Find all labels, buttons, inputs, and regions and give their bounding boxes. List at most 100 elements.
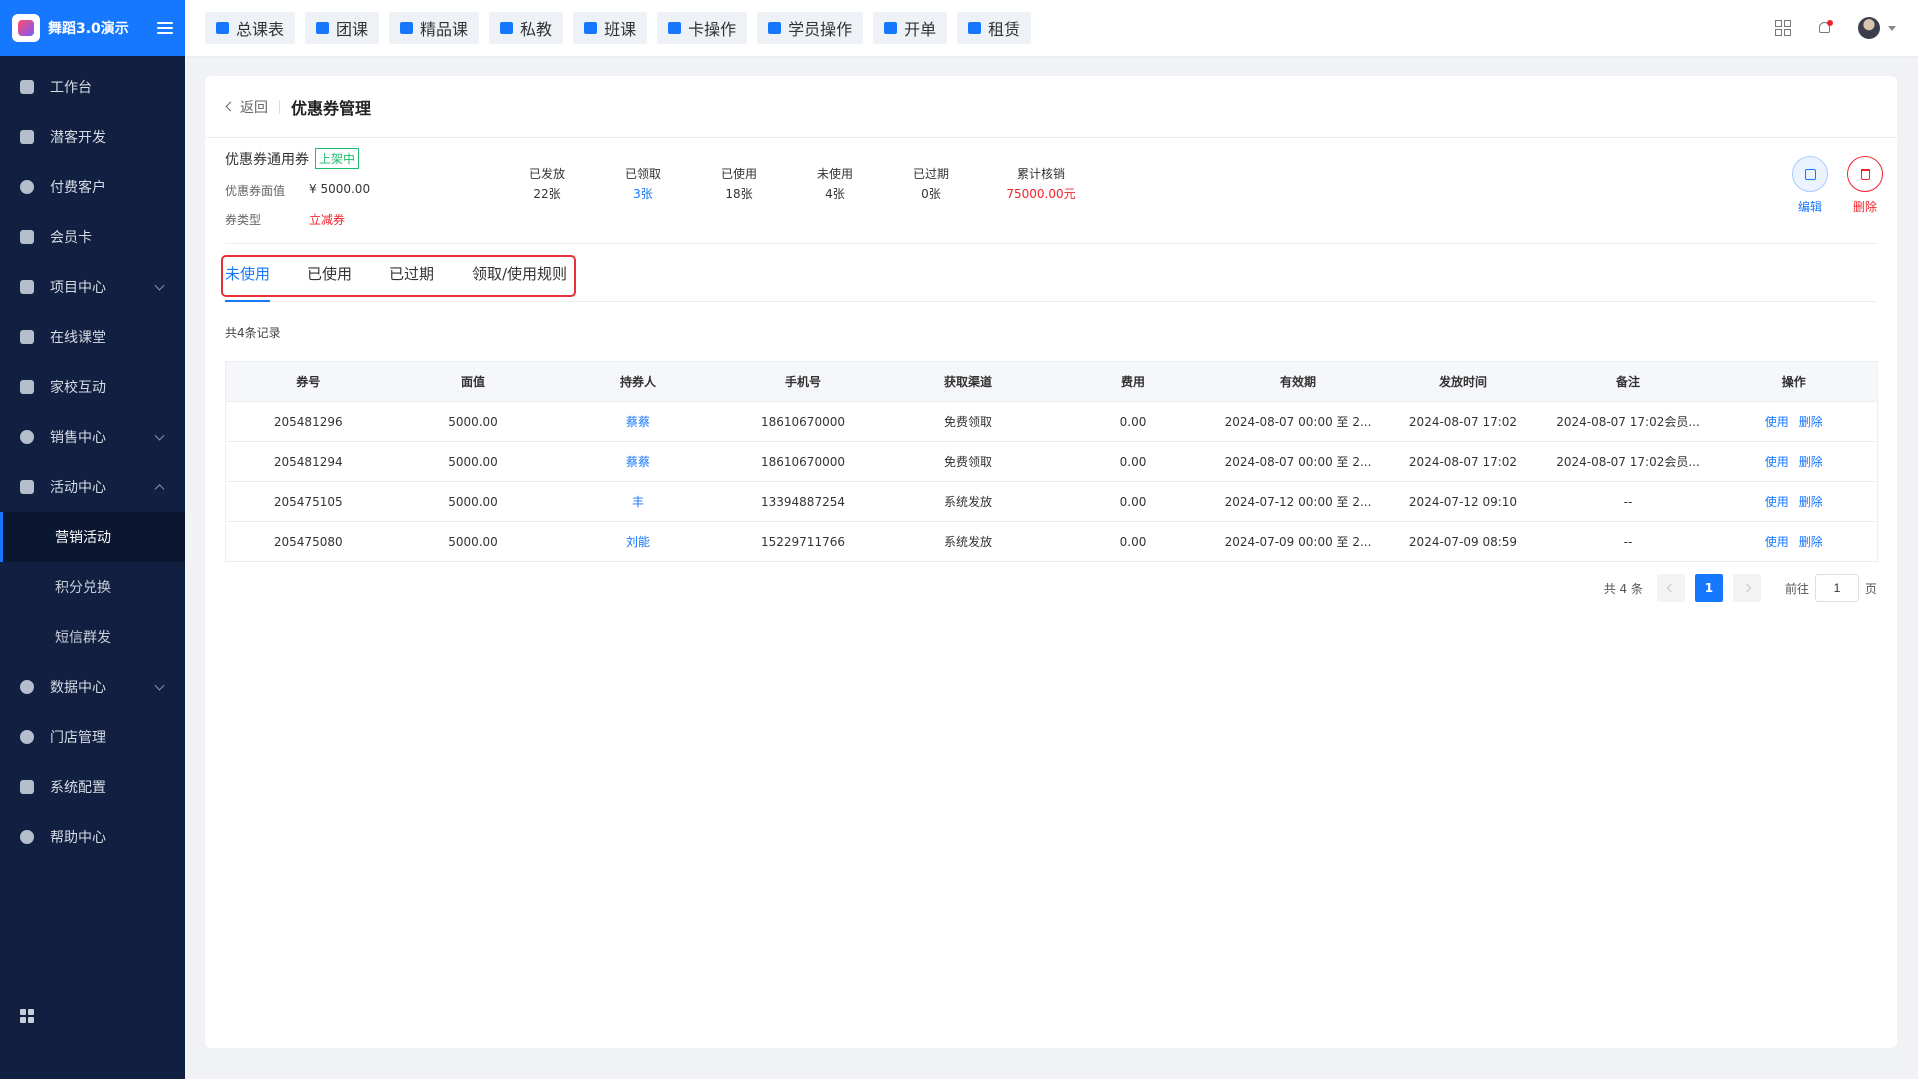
fee: 0.00	[1050, 441, 1216, 482]
quick-lease-button[interactable]: 租赁	[957, 12, 1032, 44]
prev-page-button[interactable]	[1656, 574, 1685, 602]
chevron-down-icon	[154, 430, 165, 441]
quick-card-ops-button[interactable]: 卡操作	[657, 12, 748, 44]
delete-link[interactable]: 删除	[1799, 455, 1823, 469]
receipt-icon	[884, 22, 898, 34]
page-header: 返回 优惠券管理	[205, 76, 1897, 138]
sidebar-item-points[interactable]: 积分兑换	[0, 562, 185, 612]
coupon-no: 205481294	[225, 441, 391, 482]
goto-suffix: 页	[1864, 581, 1877, 596]
delete-link[interactable]: 删除	[1799, 415, 1823, 429]
quick-private-button[interactable]: 私教	[489, 12, 564, 44]
quick-order-button[interactable]: 开单	[873, 12, 948, 44]
sidebar-item-home-school[interactable]: 家校互动	[0, 362, 185, 412]
tab-used[interactable]: 已使用	[307, 250, 352, 301]
sidebar-item-online-class[interactable]: 在线课堂	[0, 312, 185, 362]
stat-label: 未使用	[816, 167, 853, 181]
tab-unused[interactable]: 未使用	[225, 250, 271, 302]
coupon-tabs: 未使用 已使用 已过期 领取/使用规则	[225, 250, 1877, 302]
help-icon	[20, 830, 34, 844]
store-icon	[20, 730, 34, 744]
coupon-type: 立减券	[309, 213, 346, 227]
sidebar-item-activity[interactable]: 活动中心	[0, 462, 185, 512]
sidebar-item-workbench[interactable]: 工作台	[0, 62, 185, 112]
card-icon	[20, 230, 34, 244]
sidebar-item-label: 帮助中心	[50, 830, 106, 846]
page-number-button[interactable]: 1	[1694, 574, 1723, 602]
stat-value[interactable]: 3张	[598, 184, 688, 204]
apps-grid-icon[interactable]	[20, 1009, 34, 1023]
edit-icon	[1792, 156, 1828, 192]
holder-link[interactable]: 蔡蔡	[555, 441, 721, 482]
edit-button[interactable]: 编辑	[1785, 156, 1835, 215]
quick-student-ops-button[interactable]: 学员操作	[757, 12, 864, 44]
chevron-down-icon	[154, 280, 165, 291]
use-link[interactable]: 使用	[1765, 495, 1789, 509]
sidebar-item-data[interactable]: 数据中心	[0, 662, 185, 712]
sidebar-item-label: 付费客户	[50, 180, 106, 196]
bell-icon[interactable]	[1817, 20, 1833, 36]
page-title: 优惠券管理	[291, 98, 372, 118]
next-page-button[interactable]	[1732, 574, 1761, 602]
pagination-total: 共 4 条	[1603, 581, 1643, 596]
delete-label: 删除	[1852, 200, 1877, 214]
qrcode-icon[interactable]	[1775, 20, 1791, 36]
sidebar-item-projects[interactable]: 项目中心	[0, 262, 185, 312]
holder-link[interactable]: 丰	[555, 481, 721, 522]
sidebar-item-store[interactable]: 门店管理	[0, 712, 185, 762]
back-button[interactable]: 返回	[225, 97, 268, 117]
column-header: 备注	[1545, 361, 1711, 402]
sidebar-item-label: 项目中心	[50, 280, 106, 296]
coupon-name: 优惠券通用券 上架中	[225, 148, 360, 169]
folder-icon	[20, 280, 34, 294]
holder-link[interactable]: 刘能	[555, 521, 721, 562]
remark: 2024-08-07 17:02会员...	[1545, 401, 1711, 442]
stat-value: 18张	[725, 187, 753, 201]
sidebar-item-prospects[interactable]: 潜客开发	[0, 112, 185, 162]
tab-expired[interactable]: 已过期	[389, 250, 434, 301]
menu-toggle-icon[interactable]	[157, 22, 173, 34]
sidebar-item-marketing[interactable]: 营销活动	[0, 512, 185, 562]
validity: 2024-08-07 00:00 至 2...	[1215, 441, 1381, 482]
delete-link[interactable]: 删除	[1799, 495, 1823, 509]
tab-rules[interactable]: 领取/使用规则	[472, 250, 567, 301]
sidebar-item-sales[interactable]: 销售中心	[0, 412, 185, 462]
stat-total-redeemed: 累计核销 75000.00元	[996, 164, 1086, 204]
tag-icon	[20, 430, 34, 444]
use-link[interactable]: 使用	[1765, 455, 1789, 469]
column-header: 有效期	[1215, 361, 1381, 402]
quick-premium-class-button[interactable]: 精品课	[389, 12, 480, 44]
delete-link[interactable]: 删除	[1799, 535, 1823, 549]
face-value: 5000.00	[390, 441, 556, 482]
quick-class-button[interactable]: 班课	[573, 12, 648, 44]
table-header-row: 券号 面值 持券人 手机号 获取渠道 费用 有效期 发放时间 备注 操作	[225, 361, 1878, 402]
use-link[interactable]: 使用	[1765, 535, 1789, 549]
quick-button-label: 学员操作	[788, 20, 853, 39]
channel: 系统发放	[885, 481, 1051, 522]
delete-button[interactable]: 删除	[1840, 156, 1890, 215]
pie-chart-icon	[20, 680, 34, 694]
stat-value: 75000.00元	[1006, 187, 1076, 201]
sidebar-item-sms[interactable]: 短信群发	[0, 612, 185, 662]
sidebar-item-label: 会员卡	[50, 230, 92, 246]
table-row: 205481294 5000.00 蔡蔡 18610670000 免费领取 0.…	[225, 441, 1878, 482]
sidebar-item-help[interactable]: 帮助中心	[0, 812, 185, 862]
user-avatar-menu[interactable]	[1858, 17, 1896, 39]
sidebar-item-label: 门店管理	[50, 730, 106, 746]
holder-link[interactable]: 蔡蔡	[555, 401, 721, 442]
sidebar-item-settings[interactable]: 系统配置	[0, 762, 185, 812]
remark: --	[1545, 481, 1711, 522]
use-link[interactable]: 使用	[1765, 415, 1789, 429]
sidebar-item-paid-customers[interactable]: 付费客户	[0, 162, 185, 212]
stat-expired: 已过期 0张	[886, 164, 976, 204]
quick-schedule-button[interactable]: 总课表	[205, 12, 296, 44]
goto-page-input[interactable]	[1814, 574, 1859, 602]
stat-label: 已领取	[624, 167, 661, 181]
workbench-icon	[20, 80, 34, 94]
sidebar-item-member-card[interactable]: 会员卡	[0, 212, 185, 262]
chevron-right-icon	[1742, 583, 1752, 593]
quick-group-class-button[interactable]: 团课	[305, 12, 380, 44]
user-icon	[768, 22, 782, 34]
book-open-icon	[216, 22, 229, 34]
brand-bar: 舞蹈3.0演示	[0, 0, 185, 56]
